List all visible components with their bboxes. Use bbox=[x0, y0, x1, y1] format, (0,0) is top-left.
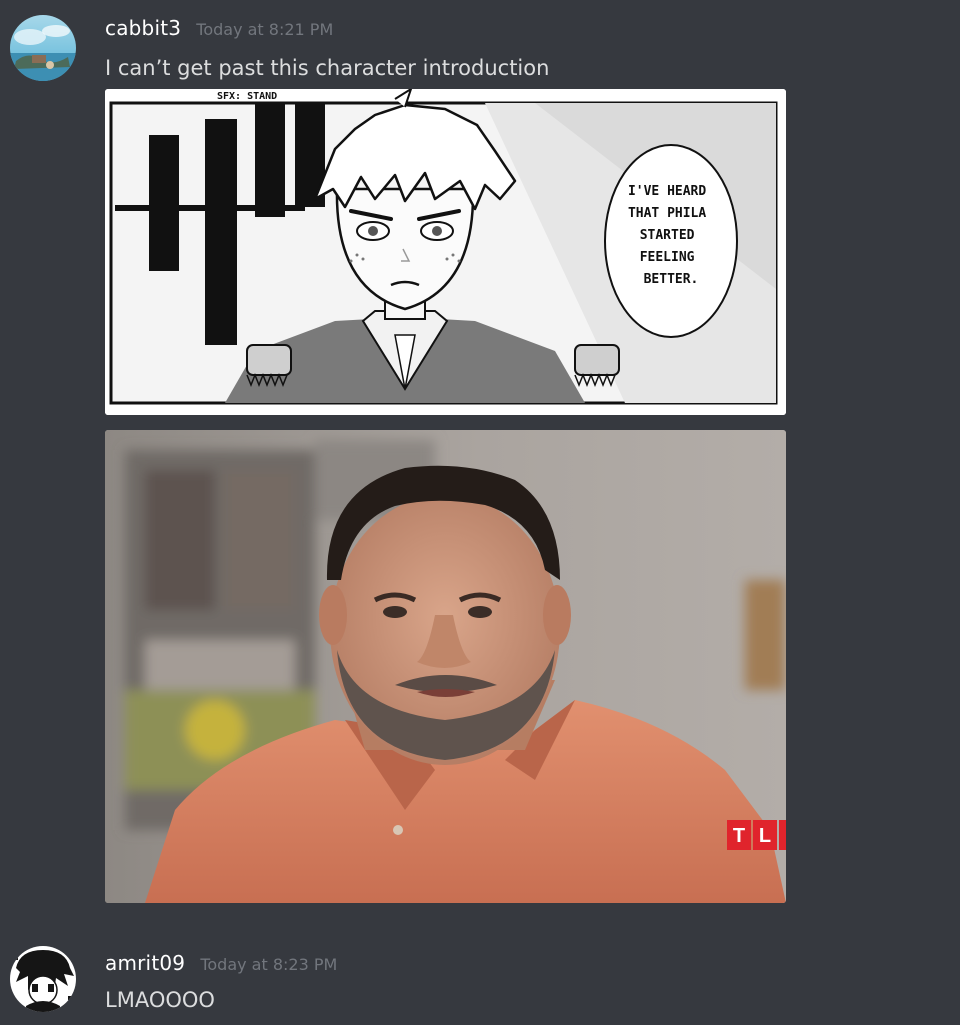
speech-line: I'VE HEARD bbox=[628, 184, 706, 199]
image-attachment-photo[interactable]: T L TL bbox=[105, 430, 786, 903]
sfx-label: SFX: STAND bbox=[217, 91, 277, 102]
speech-line: FEELING bbox=[640, 250, 695, 265]
chat-log: cabbit3 Today at 8:21 PM I can’t get pas… bbox=[0, 0, 960, 1025]
watermark-letter-l: L bbox=[759, 825, 771, 847]
timestamp: Today at 8:21 PM bbox=[196, 20, 334, 39]
speech-line: STARTED bbox=[640, 228, 695, 243]
speech-line: THAT PHILA bbox=[628, 206, 706, 221]
username[interactable]: amrit09 bbox=[105, 951, 185, 975]
image-attachment-manga[interactable]: SFX: STAND I'VE HEARD THAT PHILA STARTED… bbox=[105, 89, 786, 415]
avatar[interactable] bbox=[10, 15, 76, 81]
message-text: LMAOOOO bbox=[105, 988, 215, 1012]
timestamp: Today at 8:23 PM bbox=[200, 955, 338, 974]
message-header: amrit09 Today at 8:23 PM bbox=[105, 951, 337, 975]
watermark-letter-t: T bbox=[733, 825, 745, 847]
speech-line: BETTER. bbox=[644, 272, 699, 287]
avatar[interactable] bbox=[10, 946, 76, 1012]
username[interactable]: cabbit3 bbox=[105, 16, 181, 40]
message-header: cabbit3 Today at 8:21 PM bbox=[105, 16, 333, 40]
message-text: I can’t get past this character introduc… bbox=[105, 56, 550, 80]
